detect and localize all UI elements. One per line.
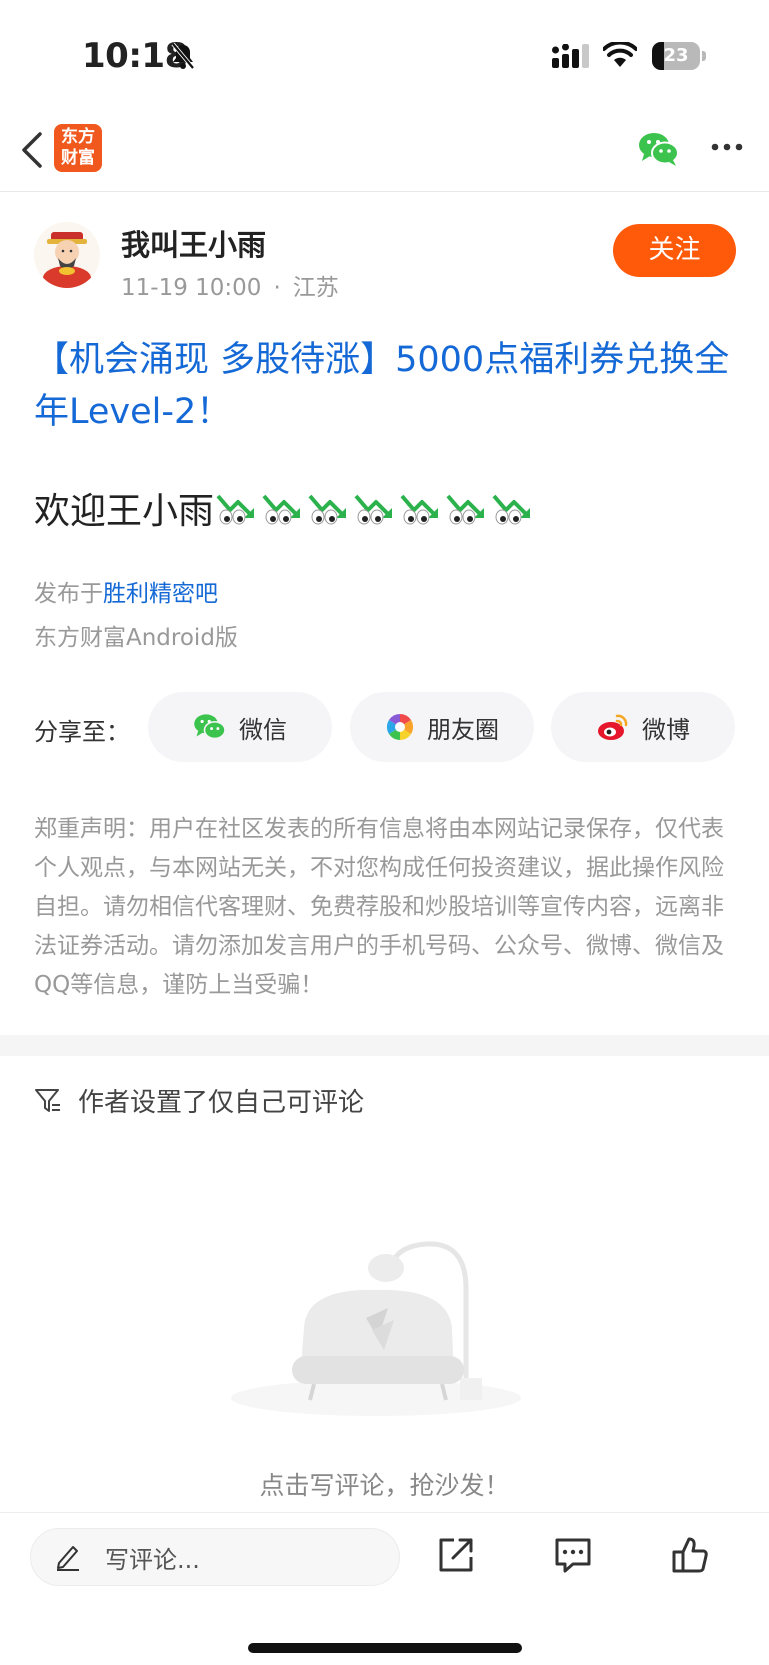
post-client: 东方财富Android版 (34, 625, 238, 651)
share-wechat-label: 微信 (239, 715, 287, 744)
pencil-icon (57, 1546, 79, 1571)
section-divider (0, 1035, 769, 1056)
comment-restriction-note: 作者设置了仅自己可评论 (34, 1082, 364, 1119)
post-meta: 11-19 10:00 · 江苏 (121, 268, 339, 302)
app-logo[interactable]: 东方 财富 (54, 124, 102, 172)
empty-sofa-illustration (231, 1241, 521, 1416)
bell-muted-icon (171, 42, 195, 70)
nav-bar: 东方 财富 (0, 110, 769, 192)
stock-bar-link[interactable]: 胜利精密吧 (103, 581, 218, 607)
share-moments-label: 朋友圈 (427, 715, 499, 744)
eyes-down-trend-emoji (446, 494, 485, 525)
share-weibo-button[interactable]: 微博 (551, 692, 735, 762)
post-title[interactable]: 【机会涌现 多股待涨】5000点福利券兑换全年Level-2！ (34, 334, 734, 438)
wifi-icon (603, 42, 637, 67)
eyes-down-trend-emoji (262, 494, 301, 525)
god-of-wealth-avatar-icon (43, 232, 91, 288)
post-location: 江苏 (292, 275, 339, 301)
eyes-down-trend-emoji (354, 494, 393, 525)
weibo-icon (598, 714, 628, 740)
posted-in: 发布于胜利精密吧 (34, 574, 218, 608)
eyes-down-trend-emoji (400, 494, 439, 525)
disclaimer: 郑重声明：用户在社区发表的所有信息将由本网站记录保存，仅代表个人观点，与本网站无… (34, 816, 724, 998)
meta-separator: · (273, 275, 281, 301)
wechat-icon (194, 714, 226, 740)
emoji-row (216, 490, 538, 526)
follow-button[interactable]: 关注 (613, 224, 736, 277)
eyes-down-trend-emoji (216, 494, 255, 525)
comment-input[interactable]: 写评论... (30, 1528, 400, 1586)
cellular-signal-icon (552, 44, 589, 68)
eyes-down-trend-emoji (492, 494, 531, 525)
comment-input-placeholder: 写评论... (105, 1545, 200, 1574)
author-name[interactable]: 我叫王小雨 (121, 222, 266, 264)
moments-icon (386, 713, 414, 741)
thumbs-up-icon[interactable] (670, 1535, 710, 1575)
post-date: 11-19 10:00 (121, 275, 262, 301)
eyes-down-trend-emoji (308, 494, 347, 525)
status-bar: 10:18 23 (0, 0, 769, 110)
wechat-icon[interactable] (638, 130, 680, 168)
back-icon[interactable] (18, 126, 46, 174)
bottom-action-bar: 写评论... (0, 1512, 769, 1665)
post-text: 欢迎王小雨 (34, 491, 215, 532)
share-weibo-label: 微博 (642, 715, 690, 744)
share-moments-button[interactable]: 朋友圈 (350, 692, 534, 762)
comment-restriction-text: 作者设置了仅自己可评论 (78, 1088, 365, 1118)
more-options-icon[interactable] (710, 142, 744, 152)
share-icon[interactable] (436, 1535, 476, 1575)
battery-indicator: 23 (652, 42, 706, 70)
share-label: 分享至： (34, 718, 130, 746)
share-wechat-button[interactable]: 微信 (148, 692, 332, 762)
filter-icon (35, 1088, 60, 1112)
empty-comments-text[interactable]: 点击写评论，抢沙发！ (0, 1466, 769, 1502)
battery-level: 23 (663, 45, 689, 66)
post-content: 欢迎王小雨 (34, 482, 538, 534)
comment-icon[interactable] (553, 1535, 593, 1575)
posted-in-prefix: 发布于 (34, 581, 103, 607)
home-indicator (248, 1643, 522, 1653)
avatar[interactable] (34, 222, 100, 288)
